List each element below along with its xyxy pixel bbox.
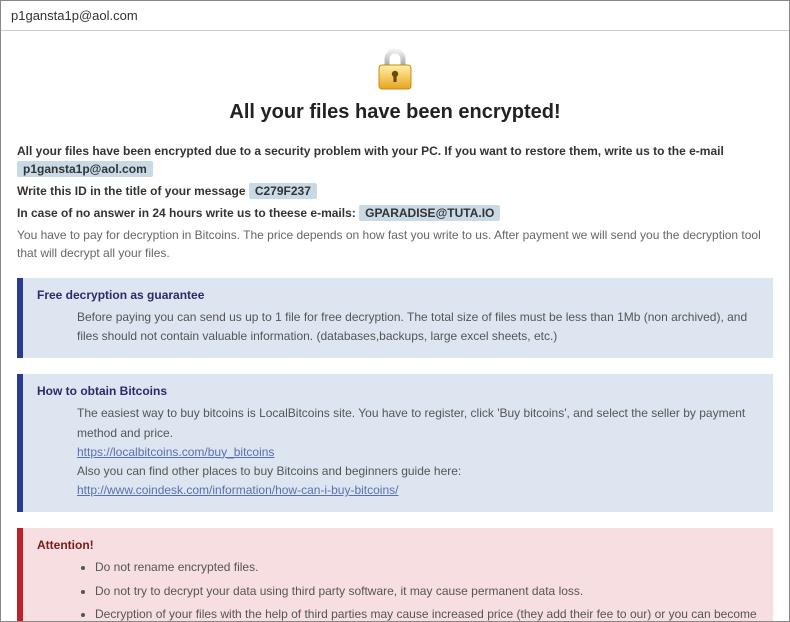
list-item: Decryption of your files with the help o… <box>95 605 761 621</box>
headline: All your files have been encrypted! <box>17 101 773 124</box>
intro-line4: You have to pay for decryption in Bitcoi… <box>17 226 773 262</box>
intro-line3: In case of no answer in 24 hours write u… <box>17 206 356 220</box>
list-item: Do not try to decrypt your data using th… <box>95 582 761 601</box>
box-title: Free decryption as guarantee <box>37 288 761 302</box>
free-decryption-box: Free decryption as guarantee Before payi… <box>17 278 773 358</box>
content-area[interactable]: All your files have been encrypted! All … <box>1 31 789 621</box>
alt-email-badge: GPARADISE@TUTA.IO <box>359 205 500 221</box>
box-title: Attention! <box>37 538 761 552</box>
lock-icon <box>371 45 419 93</box>
box-title: How to obtain Bitcoins <box>37 384 761 398</box>
intro-text: All your files have been encrypted due t… <box>17 142 773 262</box>
victim-id-badge: C279F237 <box>249 183 317 199</box>
localbitcoins-link[interactable]: https://localbitcoins.com/buy_bitcoins <box>77 445 274 459</box>
intro-line2: Write this ID in the title of your messa… <box>17 184 246 198</box>
intro-line1: All your files have been encrypted due t… <box>17 144 724 158</box>
box-text: Also you can find other places to buy Bi… <box>77 462 761 481</box>
box-body: Before paying you can send us up to 1 fi… <box>37 308 761 346</box>
attention-box: Attention! Do not rename encrypted files… <box>17 528 773 621</box>
attention-list: Do not rename encrypted files. Do not tr… <box>77 558 761 621</box>
contact-email-badge: p1gansta1p@aol.com <box>17 161 153 177</box>
coindesk-link[interactable]: http://www.coindesk.com/information/how-… <box>77 483 398 497</box>
obtain-bitcoins-box: How to obtain Bitcoins The easiest way t… <box>17 374 773 512</box>
window-title: p1gansta1p@aol.com <box>11 8 138 23</box>
box-text: The easiest way to buy bitcoins is Local… <box>77 404 761 442</box>
window-titlebar: p1gansta1p@aol.com <box>1 1 789 31</box>
list-item: Do not rename encrypted files. <box>95 558 761 577</box>
